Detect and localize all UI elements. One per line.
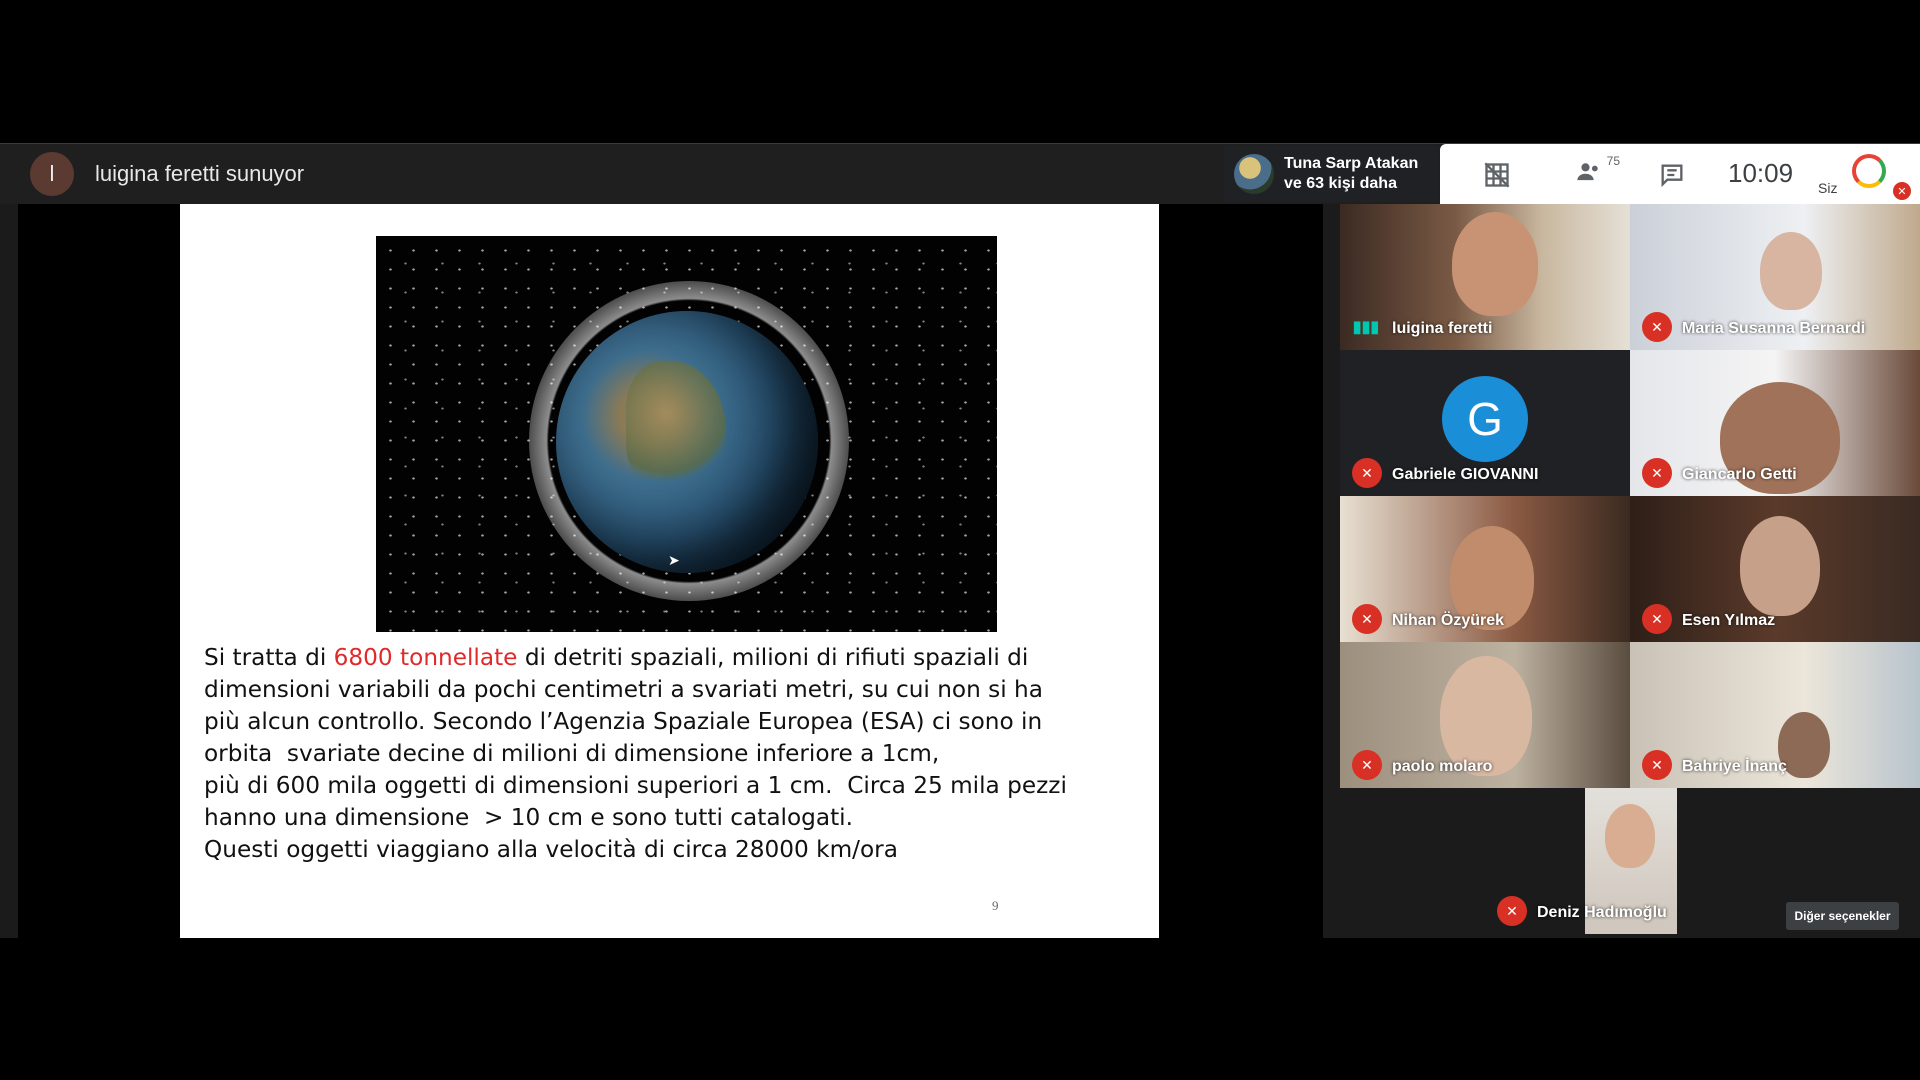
mic-off-icon: ✕ — [1352, 604, 1382, 634]
participant-name: Esen Yılmaz — [1682, 612, 1776, 629]
participant-name: Bahriye İnanç — [1682, 758, 1787, 775]
mouse-cursor-icon: ➤ — [668, 552, 680, 568]
presentation-slide: ➤ Si tratta di 6800 tonnellate di detrit… — [180, 204, 1159, 938]
slide-page-number: 9 — [992, 898, 999, 913]
participant-tile[interactable]: ✕ Esen Yılmaz — [1630, 496, 1920, 642]
mic-off-icon: ✕ — [1642, 312, 1672, 342]
people-button[interactable]: 75 — [1572, 154, 1620, 193]
self-label: Siz — [1818, 180, 1838, 196]
participant-tile[interactable]: G ✕ Gabriele GIOVANNI — [1340, 350, 1630, 496]
grid-off-icon[interactable] — [1480, 158, 1514, 192]
participant-tile[interactable]: ✕ Nihan Özyürek — [1340, 496, 1630, 642]
participant-name: Giancarlo Getti — [1682, 466, 1797, 483]
mic-off-icon: ✕ — [1352, 750, 1382, 780]
participants-summary[interactable]: Tuna Sarp Atakan ve 63 kişi daha — [1224, 146, 1439, 202]
mic-off-icon: ✕ — [1642, 458, 1672, 488]
slide-body-text: Si tratta di 6800 tonnellate di detriti … — [204, 644, 1067, 863]
participant-name: Deniz Hadımoğlu — [1537, 904, 1667, 921]
mic-off-icon: ✕ — [1642, 604, 1672, 634]
people-icon — [1575, 158, 1603, 193]
self-mic-off-icon: ✕ — [1893, 182, 1911, 200]
meet-window: l luigina feretti sunuyor Tuna Sarp Atak… — [0, 143, 1920, 938]
participant-name: paolo molaro — [1392, 758, 1493, 775]
presenter-avatar: l — [30, 152, 74, 196]
participants-summary-count: ve 63 kişi daha — [1284, 175, 1397, 192]
presentation-stage: ➤ Si tratta di 6800 tonnellate di detrit… — [18, 204, 1323, 938]
participant-tile[interactable]: ✕ paolo molaro — [1340, 642, 1630, 788]
participant-name: Maria Susanna Bernardi — [1682, 320, 1866, 337]
earth-image — [556, 311, 818, 573]
meeting-toolbar: 75 10:09 Siz ✕ — [1440, 144, 1920, 204]
mic-off-icon: ✕ — [1352, 458, 1382, 488]
presenter-title: luigina feretti sunuyor — [95, 161, 305, 186]
participants-summary-name: Tuna Sarp Atakan — [1284, 155, 1419, 172]
mic-off-icon: ✕ — [1497, 896, 1527, 926]
participant-name: luigina feretti — [1392, 320, 1493, 337]
chat-icon[interactable] — [1655, 158, 1689, 192]
participant-tile[interactable]: ✕ Giancarlo Getti — [1630, 350, 1920, 496]
people-count-badge: 75 — [1606, 154, 1620, 168]
top-bar: l luigina feretti sunuyor Tuna Sarp Atak… — [0, 144, 1920, 204]
self-avatar-icon[interactable] — [1852, 154, 1886, 188]
more-options-button[interactable]: Diğer seçenekler — [1786, 902, 1899, 930]
avatar — [1234, 154, 1274, 194]
participant-tile[interactable]: ✕ Maria Susanna Bernardi — [1630, 204, 1920, 350]
participant-name: Gabriele GIOVANNI — [1392, 466, 1539, 483]
meeting-clock: 10:09 — [1728, 158, 1794, 188]
participant-tile[interactable]: ✕ Bahriye İnanç — [1630, 642, 1920, 788]
participant-tile[interactable]: ▮▮▮ luigina feretti — [1340, 204, 1630, 350]
participant-grid: ▮▮▮ luigina feretti ✕ Maria Susanna Bern… — [1340, 204, 1920, 938]
speaking-icon: ▮▮▮ — [1352, 319, 1380, 336]
mic-off-icon: ✕ — [1642, 750, 1672, 780]
space-debris-image: ➤ — [376, 236, 997, 632]
avatar: G — [1442, 376, 1528, 462]
participant-tile[interactable]: ✕ Deniz Hadımoğlu — [1485, 788, 1775, 934]
participant-name: Nihan Özyürek — [1392, 612, 1505, 629]
slide-highlight: 6800 tonnellate — [333, 644, 518, 671]
